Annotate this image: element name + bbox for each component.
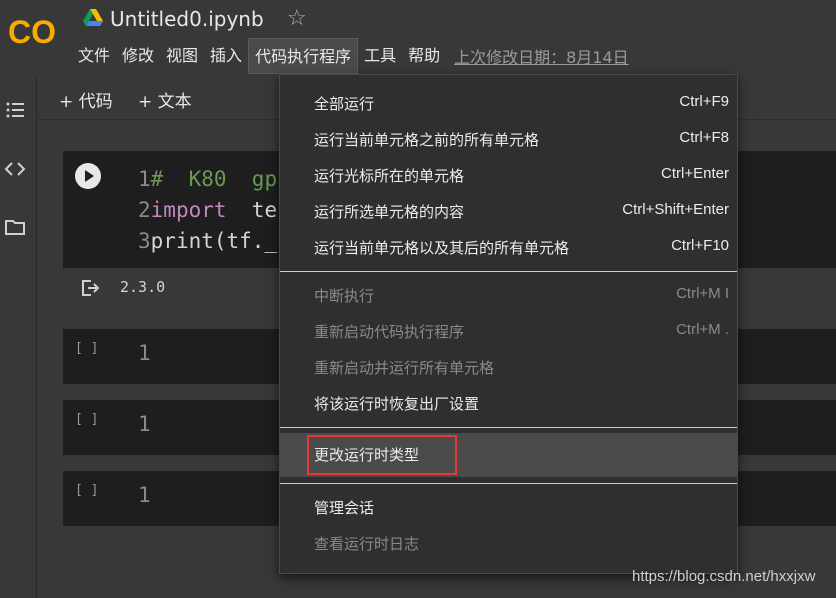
runtime-menu-dropdown: 全部运行 Ctrl+F9 运行当前单元格之前的所有单元格 Ctrl+F8 运行光标所在的… [279, 74, 738, 574]
runtime-menu-item: 中断执行 Ctrl+M I [280, 277, 737, 313]
runtime-menu-item[interactable]: 运行光标所在的单元格 Ctrl+Enter [280, 157, 737, 193]
menu-item-label: 查看运行时日志 [314, 535, 420, 553]
notebook-title[interactable]: Untitled0.ipynb [110, 7, 264, 31]
runtime-menu-item: 重新启动代码执行程序 Ctrl+M . [280, 313, 737, 349]
code-token: print(tf._ [150, 229, 278, 253]
menu-item-label: 运行光标所在的单元格 [314, 167, 465, 185]
code-token: # K80 gp [150, 167, 278, 191]
code-snippets-icon[interactable] [4, 158, 26, 180]
menu-item-label: 中断执行 [314, 287, 375, 305]
line-number: 1 [138, 167, 151, 191]
folder-icon[interactable] [4, 216, 26, 238]
menu-4[interactable]: 代码执行程序 [248, 38, 359, 74]
google-drive-icon [83, 9, 103, 26]
add-text-button[interactable]: + 文本 [138, 87, 192, 112]
runtime-menu-item[interactable]: 运行当前单元格以及其后的所有单元格 Ctrl+F10 [280, 229, 737, 265]
menu-item-label: 重新启动代码执行程序 [314, 323, 465, 341]
menu-item-shortcut: Ctrl+F9 [679, 93, 729, 110]
execution-count: [ ] [75, 341, 99, 356]
menu-3[interactable]: 插入 [204, 38, 248, 74]
menu-item-shortcut: Ctrl+M I [676, 285, 729, 302]
runtime-menu-item[interactable]: 管理会话 [280, 489, 737, 525]
menu-item-label: 运行所选单元格的内容 [314, 203, 465, 221]
menu-item-label: 运行当前单元格以及其后的所有单元格 [314, 239, 570, 257]
code-line: 2import te [138, 198, 277, 222]
side-rail [0, 75, 37, 598]
run-cell-button[interactable] [75, 163, 101, 189]
menu-divider [280, 427, 737, 428]
star-icon[interactable]: ☆ [287, 6, 307, 31]
header-bar: CO Untitled0.ipynb ☆ 文件 修改 视图 插入 代码执行程序 工具 帮助上… [0, 0, 836, 75]
menu-item-shortcut: Ctrl+F8 [679, 129, 729, 146]
menu-1[interactable]: 修改 [116, 38, 160, 74]
menu-item-shortcut: Ctrl+Shift+Enter [622, 201, 729, 218]
menu-item-label: 全部运行 [314, 95, 375, 113]
code-token: te [226, 198, 278, 222]
code-line: 1# K80 gp [138, 167, 277, 191]
runtime-menu-item[interactable]: 将该运行时恢复出厂设置 [280, 385, 737, 421]
menubar: 文件 修改 视图 插入 代码执行程序 工具 帮助 上次修改日期：8月14日 [72, 38, 629, 74]
line-number: 1 [138, 483, 151, 507]
code-line: 3print(tf._ [138, 229, 277, 253]
table-of-contents-icon[interactable] [4, 99, 26, 121]
line-number: 1 [138, 341, 151, 365]
last-edit-link[interactable]: 上次修改日期：8月14日 [454, 44, 629, 68]
execution-count: [ ] [75, 483, 99, 498]
add-code-button[interactable]: + 代码 [59, 87, 113, 112]
colab-logo[interactable]: CO [6, 12, 60, 52]
cell-gutter [63, 151, 113, 268]
line-number: 1 [138, 412, 151, 436]
execution-count: [ ] [75, 412, 99, 427]
menu-item-label: 运行当前单元格之前的所有单元格 [314, 131, 540, 149]
highlight-box [307, 435, 457, 475]
output-text: 2.3.0 [120, 278, 166, 296]
runtime-menu-item[interactable]: 更改运行时类型 [280, 433, 737, 477]
code-token: import [150, 198, 227, 222]
runtime-menu-item: 查看运行时日志 [280, 525, 737, 561]
menu-6[interactable]: 帮助 [402, 38, 446, 74]
menu-divider [280, 271, 737, 272]
menu-item-label: 管理会话 [314, 499, 375, 517]
menu-item-shortcut: Ctrl+Enter [661, 165, 729, 182]
runtime-menu-item[interactable]: 运行所选单元格的内容 Ctrl+Shift+Enter [280, 193, 737, 229]
watermark: https://blog.csdn.net/hxxjxw [632, 568, 816, 585]
line-number: 3 [138, 229, 151, 253]
runtime-menu-item: 重新启动并运行所有单元格 [280, 349, 737, 385]
line-number: 2 [138, 198, 151, 222]
menu-item-label: 将该运行时恢复出厂设置 [314, 395, 480, 413]
menu-2[interactable]: 视图 [160, 38, 204, 74]
runtime-menu-item[interactable]: 全部运行 Ctrl+F9 [280, 85, 737, 121]
menu-item-label: 重新启动并运行所有单元格 [314, 359, 495, 377]
menu-5[interactable]: 工具 [358, 38, 402, 74]
clear-output-icon[interactable] [80, 279, 100, 297]
logo-text: CO [8, 14, 56, 50]
menu-item-shortcut: Ctrl+M . [676, 321, 729, 338]
runtime-menu-item[interactable]: 运行当前单元格之前的所有单元格 Ctrl+F8 [280, 121, 737, 157]
menu-item-shortcut: Ctrl+F10 [671, 237, 729, 254]
menu-divider [280, 483, 737, 484]
menu-0[interactable]: 文件 [72, 38, 116, 74]
